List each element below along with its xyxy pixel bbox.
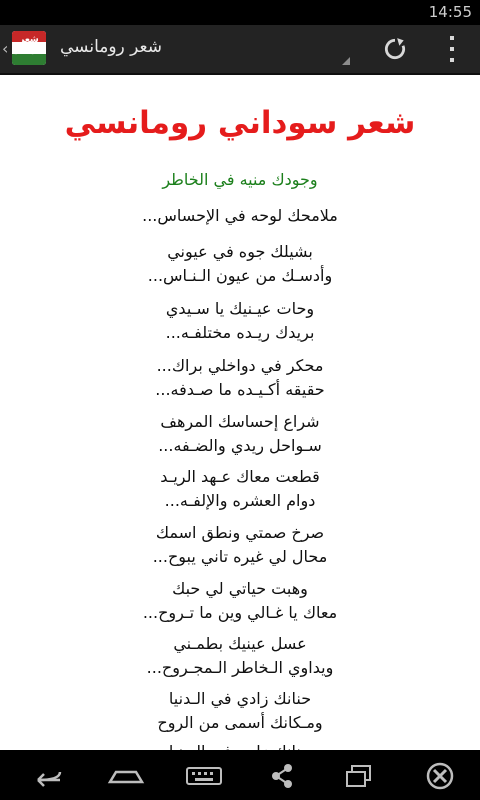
stanza: ملامحك لوحه في الإحساس... (0, 204, 480, 228)
poem-subtitle: وجودك منيه في الخاطر (162, 170, 318, 189)
navigation-bar (0, 750, 480, 800)
stanza: محكر في دواخلي براك... حقيقه أكـيـده ما … (0, 354, 480, 402)
stanza: بشيلك جوه في عيوني وأدسـك من عيون الـنـا… (0, 240, 480, 288)
poem-line: بريدك ريـده مختلفـه... (165, 323, 315, 342)
poem-line: حنانك زادي في الـدنيا (168, 689, 312, 708)
stanza: شراع إحساسك المرهف سـواحل ريدي والضـفه..… (0, 410, 480, 458)
stanza: وحات عيـنيك يا سـيدي بريدك ريـده مختلفـه… (0, 297, 480, 345)
poem-line: وأدسـك من عيون الـنـاس... (147, 266, 333, 285)
poem-line: بشيلك جوه في عيوني (167, 242, 313, 261)
back-icon[interactable] (26, 762, 66, 790)
poem-line: ومـكانك أسمى من الروح (157, 713, 323, 732)
poem-content[interactable]: شعر سوداني رومانسي وجودك منيه في الخاطر … (0, 75, 480, 750)
poem-line: وهبت حياتي لي حبك (172, 579, 308, 598)
poem-line: صرخ صمتي ونطق اسمك (155, 523, 325, 542)
poem-line: شراع إحساسك المرهف (160, 412, 320, 431)
overflow-menu-icon[interactable] (440, 33, 464, 65)
flag-green-band (12, 53, 46, 65)
app-icon-text: شعر سوداني (12, 35, 46, 55)
action-bar-title[interactable]: شعر رومانسي (60, 37, 162, 57)
share-icon[interactable] (262, 762, 302, 790)
poem-line: محكر في دواخلي براك... (156, 356, 324, 375)
stanza: حنانك زادي في الـدنيا ومـكانك أسمى من ال… (0, 687, 480, 735)
stanza: قطعت معاك عـهد الريـد دوام العشره والإلف… (0, 465, 480, 513)
keyboard-icon[interactable] (184, 762, 224, 790)
stanza: صرخ صمتي ونطق اسمك محال لي غيره تاني يبو… (0, 521, 480, 569)
poem-line: حنانك زادي في الـدنيا (0, 740, 480, 750)
status-time: 14:55 (428, 3, 472, 21)
stanza: وهبت حياتي لي حبك معاك يا غـالي وين ما ت… (0, 577, 480, 625)
poem-line: وحات عيـنيك يا سـيدي (165, 299, 315, 318)
poem-line: حقيقه أكـيـده ما صـدفه... (155, 380, 325, 399)
status-bar: 14:55 (0, 0, 480, 25)
refresh-icon[interactable] (382, 36, 408, 62)
poem-title: شعر سوداني رومانسي (64, 105, 416, 141)
poem-line: ملامحك لوحه في الإحساس... (142, 206, 338, 225)
poem-line: عسل عينيك بطمـني (173, 634, 307, 653)
close-icon[interactable] (420, 762, 460, 790)
poem-line: محال لي غيره تاني يبوح... (152, 547, 328, 566)
poem-line: ويداوي الـخاطر الـمجـروح... (146, 658, 334, 677)
up-caret-icon[interactable]: ‹ (2, 39, 8, 58)
stanza: حنانك زادي في الـدنيا (0, 740, 480, 750)
action-bar: ‹ شعر سوداني شعر رومانسي (0, 25, 480, 75)
poem-line: معاك يا غـالي وين ما تـروح... (142, 603, 338, 622)
recent-apps-icon[interactable] (340, 762, 380, 790)
app-icon[interactable]: شعر سوداني (12, 31, 46, 65)
poem-line: قطعت معاك عـهد الريـد (160, 467, 320, 486)
dropdown-indicator-icon[interactable] (342, 57, 350, 65)
stanza: عسل عينيك بطمـني ويداوي الـخاطر الـمجـرو… (0, 632, 480, 680)
poem-line: سـواحل ريدي والضـفه... (158, 436, 322, 455)
poem-line: دوام العشره والإلفـه... (164, 491, 316, 510)
home-icon[interactable] (106, 762, 146, 790)
